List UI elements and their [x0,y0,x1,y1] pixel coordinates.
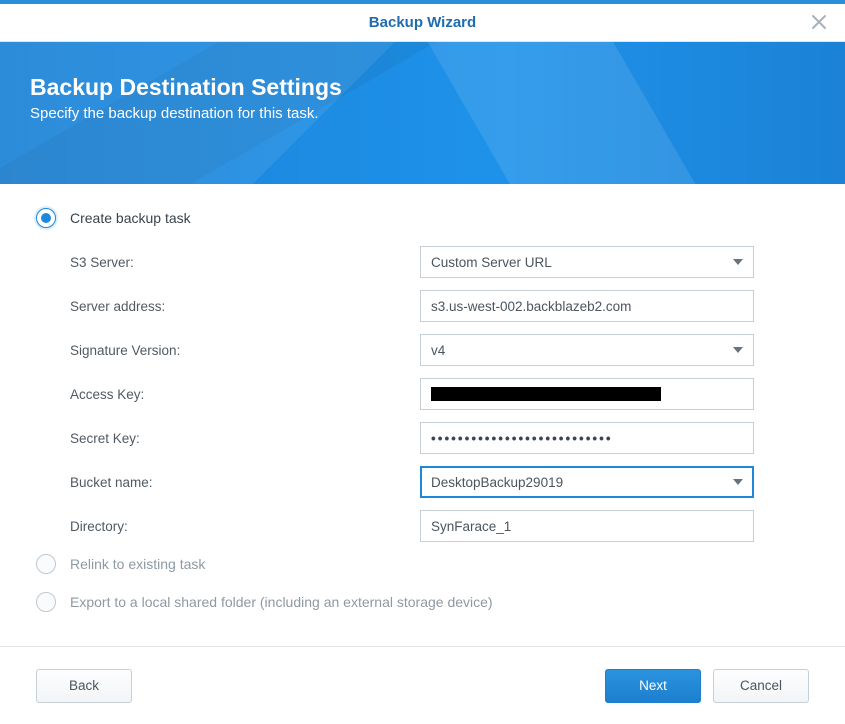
chevron-down-icon [733,347,743,353]
chevron-down-icon [733,259,743,265]
next-button[interactable]: Next [605,669,701,703]
s3-server-label: S3 Server: [70,255,420,270]
field-server-address: Server address: [70,290,809,322]
option-export[interactable]: Export to a local shared folder (includi… [36,592,809,612]
page-heading: Backup Destination Settings [30,74,815,101]
server-address-input-wrap[interactable] [420,290,754,322]
s3-server-value: Custom Server URL [431,255,552,270]
window-title: Backup Wizard [369,14,476,31]
option-create-label: Create backup task [70,210,191,226]
radio-icon[interactable] [36,592,56,612]
option-relink[interactable]: Relink to existing task [36,554,809,574]
banner: Backup Destination Settings Specify the … [0,42,845,184]
field-secret-key: Secret Key: ••••••••••••••••••••••••••• [70,422,809,454]
content-area: Create backup task S3 Server: Custom Ser… [0,184,845,612]
access-key-redacted [431,387,661,401]
access-key-input-wrap[interactable] [420,378,754,410]
server-address-label: Server address: [70,299,420,314]
field-access-key: Access Key: [70,378,809,410]
option-create-backup[interactable]: Create backup task [36,208,809,228]
server-address-input[interactable] [431,299,743,314]
secret-key-value: ••••••••••••••••••••••••••• [431,431,613,446]
signature-version-label: Signature Version: [70,343,420,358]
radio-icon[interactable] [36,554,56,574]
bucket-name-label: Bucket name: [70,475,420,490]
option-export-label: Export to a local shared folder (includi… [70,594,493,610]
title-bar: Backup Wizard [0,4,845,42]
directory-label: Directory: [70,519,420,534]
directory-input-wrap[interactable] [420,510,754,542]
field-bucket-name: Bucket name: DesktopBackup29019 [70,466,809,498]
secret-key-label: Secret Key: [70,431,420,446]
option-relink-label: Relink to existing task [70,556,205,572]
close-icon[interactable] [809,12,829,32]
signature-version-select[interactable]: v4 [420,334,754,366]
bucket-name-select[interactable]: DesktopBackup29019 [420,466,754,498]
field-signature-version: Signature Version: v4 [70,334,809,366]
directory-input[interactable] [431,519,743,534]
radio-icon[interactable] [36,208,56,228]
cancel-button[interactable]: Cancel [713,669,809,703]
page-subheading: Specify the backup destination for this … [30,105,815,122]
field-s3-server: S3 Server: Custom Server URL [70,246,809,278]
field-directory: Directory: [70,510,809,542]
chevron-down-icon [733,479,743,485]
access-key-label: Access Key: [70,387,420,402]
signature-version-value: v4 [431,343,445,358]
create-backup-form: S3 Server: Custom Server URL Server addr… [36,246,809,542]
secret-key-input-wrap[interactable]: ••••••••••••••••••••••••••• [420,422,754,454]
bucket-name-value: DesktopBackup29019 [431,475,563,490]
back-button[interactable]: Back [36,669,132,703]
s3-server-select[interactable]: Custom Server URL [420,246,754,278]
footer: Back Next Cancel [0,646,845,724]
